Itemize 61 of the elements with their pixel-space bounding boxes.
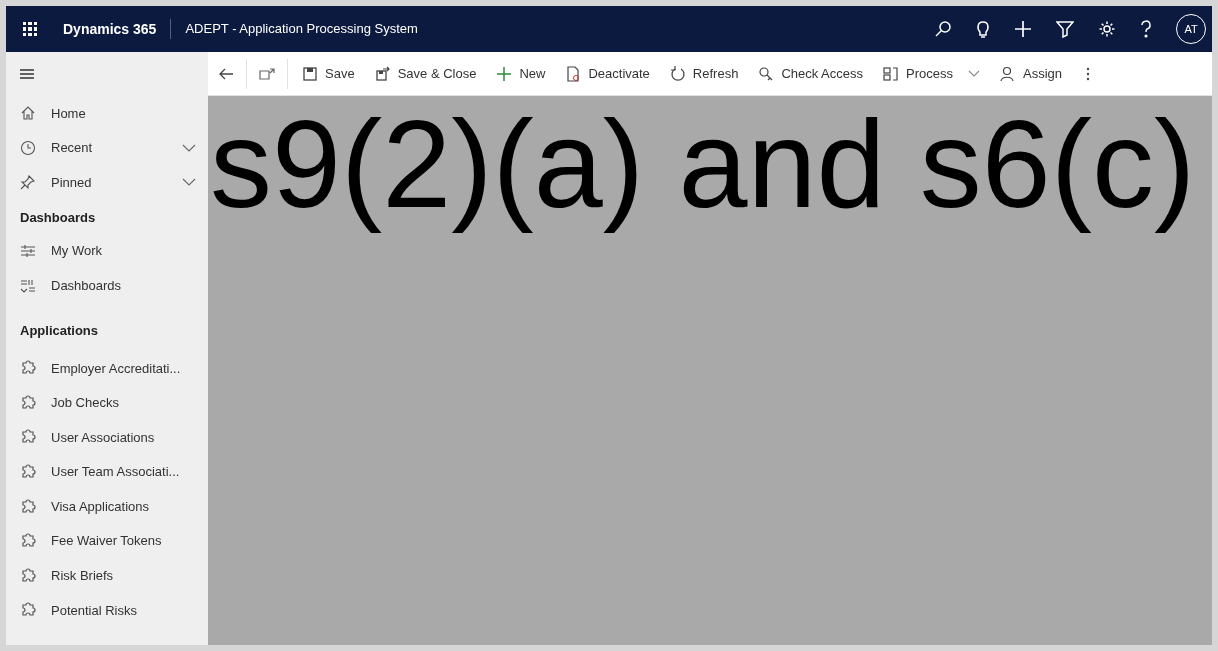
more-icon[interactable]	[1086, 66, 1091, 81]
toolbar-button[interactable]: Assign	[990, 57, 1073, 90]
save-icon	[302, 65, 318, 82]
puzzle-icon	[20, 394, 36, 411]
pin-icon	[20, 174, 36, 191]
toolbar-button[interactable]: Deactivate	[555, 57, 660, 90]
sidebar-item[interactable]: Home	[6, 96, 208, 131]
sidebar-section-heading: Dashboards	[19, 208, 97, 227]
chevron-down-icon[interactable]	[182, 178, 196, 187]
search-icon[interactable]	[934, 20, 952, 38]
toolbar-button[interactable]: Save	[292, 57, 365, 90]
sidebar-item[interactable]: Recent	[6, 130, 208, 166]
sidebar-item[interactable]: Pinned	[6, 165, 208, 200]
help-icon[interactable]	[1140, 20, 1152, 38]
redaction-label: s9(2)(a) and s6(c)	[210, 96, 1196, 235]
sidebar-item[interactable]: Dashboards	[6, 268, 208, 303]
sidebar-item[interactable]: Risk Briefs	[6, 558, 208, 594]
sliders-icon	[20, 243, 36, 260]
dropdown-button[interactable]: Process	[873, 57, 990, 90]
puzzle-icon	[20, 429, 36, 446]
chevron-down-icon[interactable]	[182, 143, 196, 152]
save-close-icon	[374, 65, 391, 82]
settings-icon[interactable]	[1098, 20, 1116, 38]
sidebar-item[interactable]: User Team Associati...	[6, 454, 208, 490]
lightbulb-icon[interactable]	[976, 20, 990, 38]
clock-icon	[20, 139, 36, 156]
app-launcher-icon[interactable]	[23, 22, 37, 36]
sidebar-item[interactable]: Fee Waiver Tokens	[6, 523, 208, 559]
sidebar-item[interactable]: Employer Accreditati...	[6, 350, 208, 386]
puzzle-icon	[20, 602, 36, 619]
back-arrow-icon[interactable]	[218, 66, 234, 81]
sidebar-item[interactable]: My Work	[6, 233, 208, 269]
sidebar-item[interactable]: Visa Applications	[6, 489, 208, 524]
sidebar-item[interactable]: Potential Risks	[6, 593, 208, 628]
menu-icon[interactable]	[20, 68, 34, 80]
puzzle-icon	[20, 533, 36, 550]
sidebar-section-heading: Applications	[19, 321, 99, 340]
puzzle-icon	[20, 360, 36, 377]
chevron-down-icon	[968, 69, 980, 78]
toolbar-button[interactable]: Check Access	[748, 57, 874, 90]
sidebar-item[interactable]: Job Checks	[6, 385, 208, 421]
app-name[interactable]: Dynamics 365	[63, 18, 157, 40]
key-icon	[758, 65, 775, 82]
grid-chart-icon	[20, 277, 36, 294]
sidebar-item[interactable]: User Associations	[6, 420, 208, 455]
puzzle-icon	[20, 464, 36, 481]
person-icon	[1000, 65, 1016, 82]
puzzle-icon	[20, 567, 36, 584]
plus-icon[interactable]	[1014, 20, 1032, 38]
toolbar-button[interactable]: Save & Close	[364, 57, 487, 90]
popout-icon[interactable]	[259, 67, 275, 80]
puzzle-icon	[20, 498, 36, 515]
toolbar-button[interactable]: New	[486, 57, 556, 90]
refresh-icon	[669, 65, 686, 82]
home-icon	[20, 105, 36, 122]
toolbar-button[interactable]: Refresh	[659, 57, 749, 90]
plus-icon	[496, 65, 513, 82]
document-icon	[565, 65, 582, 82]
process-icon	[883, 65, 900, 82]
filter-icon[interactable]	[1056, 20, 1074, 38]
app-title: ADEPT - Application Processing System	[185, 20, 418, 39]
